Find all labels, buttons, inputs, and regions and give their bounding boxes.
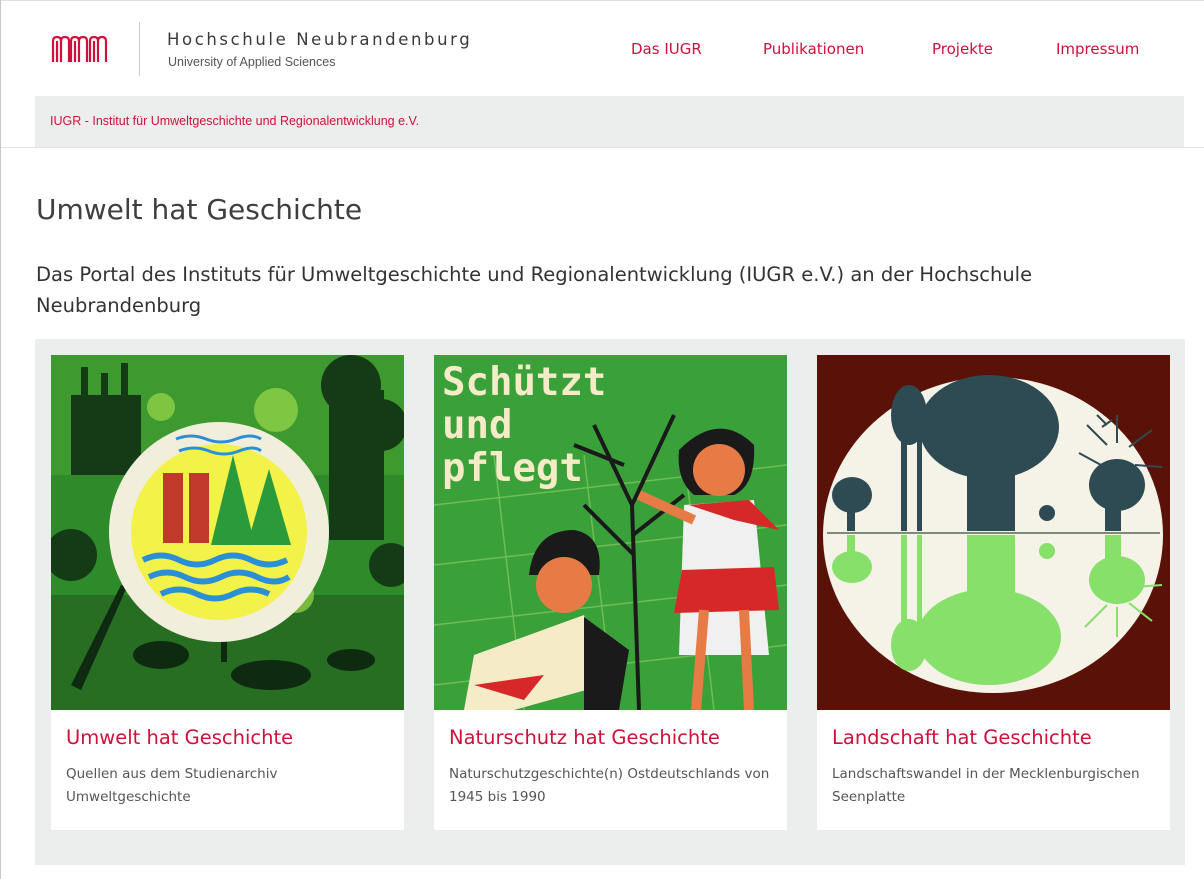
environment-emblem-poster-image[interactable] xyxy=(51,355,404,710)
nav-das-iugr[interactable]: Das IUGR xyxy=(631,40,702,58)
card-landschaft[interactable]: Landschaft hat Geschichte Landschaftswan… xyxy=(817,355,1170,830)
site-header: Hochschule Neubrandenburg University of … xyxy=(0,0,1204,96)
poster-text-line-2: und xyxy=(442,403,512,448)
tree-reflection-lake-print-image[interactable] xyxy=(817,355,1170,710)
children-planting-tree-poster-image[interactable]: Schützt und pflegt xyxy=(434,355,787,710)
brand-name[interactable]: Hochschule Neubrandenburg xyxy=(167,30,472,49)
card-umwelt[interactable]: Umwelt hat Geschichte Quellen aus dem St… xyxy=(51,355,404,830)
hs-neubrandenburg-logo-icon[interactable] xyxy=(50,34,110,64)
nav-projekte[interactable]: Projekte xyxy=(932,40,993,58)
card-description: Landschaftswandel in der Mecklenburgisch… xyxy=(832,766,1140,805)
card-title[interactable]: Naturschutz hat Geschichte xyxy=(449,726,720,749)
window-left-border xyxy=(0,0,1,879)
card-title[interactable]: Umwelt hat Geschichte xyxy=(66,726,293,749)
card-naturschutz[interactable]: Schützt und pflegt Naturschutz hat Gesch… xyxy=(434,355,787,830)
breadcrumb: IUGR - Institut für Umweltgeschichte und… xyxy=(35,96,1184,147)
nav-publikationen[interactable]: Publikationen xyxy=(763,40,864,58)
header-divider xyxy=(1,147,1204,148)
breadcrumb-link-iugr[interactable]: IUGR - Institut für Umweltgeschichte und… xyxy=(50,114,419,128)
nav-impressum[interactable]: Impressum xyxy=(1056,40,1139,58)
poster-text-line-3: pflegt xyxy=(442,446,583,491)
brand-subtitle: University of Applied Sciences xyxy=(168,55,336,69)
page-title: Umwelt hat Geschichte xyxy=(36,193,363,226)
card-title[interactable]: Landschaft hat Geschichte xyxy=(832,726,1092,749)
card-description: Naturschutzgeschichte(n) Ostdeutschlands… xyxy=(449,766,770,805)
intro-text: Das Portal des Instituts für Umweltgesch… xyxy=(36,263,1033,317)
card-description: Quellen aus dem Studienarchiv Umweltgesc… xyxy=(66,766,278,805)
poster-text-line-1: Schützt xyxy=(442,360,606,405)
logo-divider xyxy=(139,22,140,76)
